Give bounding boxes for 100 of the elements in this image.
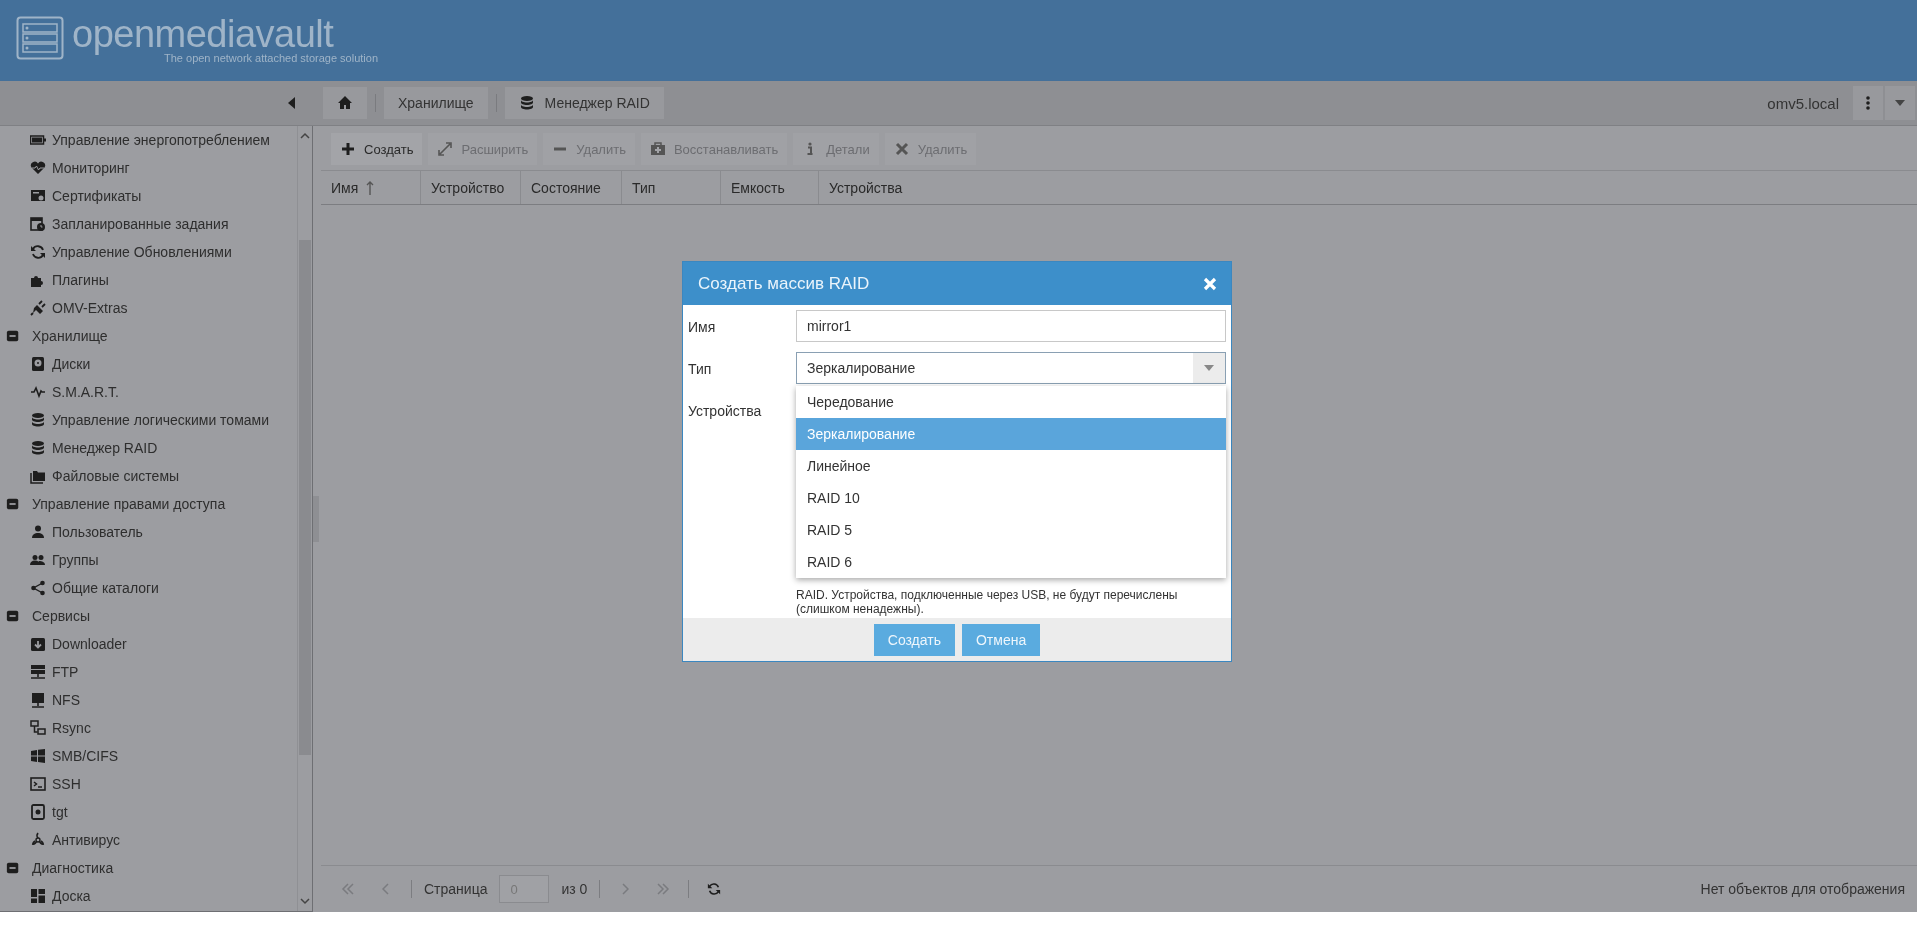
pulse-line-icon (30, 384, 46, 400)
sidebar-item[interactable]: Запланированные задания (0, 210, 297, 238)
users-icon (30, 552, 46, 568)
sidebar-item[interactable]: Rsync (0, 714, 297, 742)
sidebar-item[interactable]: Управление энергопотреблением (0, 126, 297, 154)
dropdown-option[interactable]: RAID 6 (796, 546, 1226, 578)
scroll-up-icon[interactable] (299, 132, 311, 140)
dropdown-option[interactable]: Чередование (796, 386, 1226, 418)
refresh-icon (707, 881, 722, 897)
sidebar-group[interactable]: Диагностика (0, 854, 297, 882)
sidebar-item[interactable]: SMB/CIFS (0, 742, 297, 770)
column-header[interactable]: Состояние (521, 171, 622, 204)
home-button[interactable] (323, 87, 367, 119)
sidebar-item[interactable]: Диски (0, 350, 297, 378)
database-icon (30, 440, 46, 456)
refresh-icon (30, 244, 46, 260)
collapse-icon (6, 608, 20, 624)
hostname: omv5.local (1767, 94, 1839, 112)
column-header[interactable]: Тип (622, 171, 721, 204)
share-icon (30, 580, 46, 596)
plug-icon (30, 300, 46, 316)
splitter-handle[interactable] (313, 496, 319, 542)
column-header[interactable]: Устройство (421, 171, 521, 204)
sidebar-group[interactable]: Сервисы (0, 602, 297, 630)
sidebar-item[interactable]: NFS (0, 686, 297, 714)
sidebar-item[interactable]: Сертификаты (0, 182, 297, 210)
calendar-clock-icon (30, 216, 46, 232)
breadcrumb-item[interactable]: Хранилище (384, 87, 488, 119)
close-icon (893, 141, 910, 157)
collapse-icon (6, 496, 20, 512)
page-count: из 0 (561, 881, 588, 897)
collapse-sidebar-icon[interactable] (288, 97, 295, 109)
sidebar-item[interactable]: Мониторинг (0, 154, 297, 182)
dropdown-button[interactable] (1885, 86, 1915, 120)
sidebar-item[interactable]: Антивирус (0, 826, 297, 854)
kebab-icon (1866, 96, 1870, 110)
help-text: RAID. Устройства, подключенные через USB, не будут перечислены (слишком ненадежны). (796, 588, 1179, 618)
server-icon (30, 664, 46, 680)
sidebar-group[interactable]: Управление правами доступа (0, 490, 297, 518)
more-menu-button[interactable] (1853, 86, 1883, 120)
user-icon (30, 524, 46, 540)
monitor-icon (30, 692, 46, 708)
database-icon (30, 412, 46, 428)
sidebar-item[interactable]: S.M.A.R.T. (0, 378, 297, 406)
plus-icon (340, 141, 356, 157)
tagline: The open network attached storage solution (164, 52, 379, 64)
sidebar-item[interactable]: Группы (0, 546, 297, 574)
sidebar-item[interactable]: Доска (0, 882, 297, 910)
select-field[interactable]: Зеркалирование (796, 352, 1226, 384)
field-label: Тип (688, 360, 713, 379)
certificate-icon (30, 188, 46, 204)
column-header[interactable]: Емкость (721, 171, 819, 204)
sidebar-item[interactable]: OMV-Extras (0, 294, 297, 322)
sidebar-item[interactable]: Пользователь (0, 518, 297, 546)
breadcrumb-item[interactable]: Менеджер RAID (504, 87, 664, 119)
input-field[interactable]: mirror1 (796, 310, 1226, 342)
toolbar-button[interactable]: Создать (331, 133, 423, 165)
column-header[interactable]: Устройства (819, 171, 1917, 204)
sidebar-item[interactable]: Плагины (0, 266, 297, 294)
dropdown-option[interactable]: Линейное (796, 450, 1226, 482)
download-box-icon (30, 636, 46, 652)
server-rack-logo-icon (16, 16, 64, 60)
sidebar-item[interactable]: Downloader (0, 630, 297, 658)
sidebar-item[interactable]: SSH (0, 770, 297, 798)
sidebar-item[interactable]: Управление логическими томами (0, 406, 297, 434)
network-icon (30, 720, 46, 736)
medkit-icon (649, 141, 666, 157)
sort-ascending-icon (366, 179, 375, 196)
sidebar-item[interactable]: Файловые системы (0, 462, 297, 490)
collapse-icon (6, 328, 20, 344)
dropdown-option[interactable]: RAID 10 (796, 482, 1226, 514)
sidebar-item[interactable]: Менеджер RAID (0, 434, 297, 462)
dialog-title: Создать массив RAID (698, 273, 870, 294)
expand-arrows-icon (437, 141, 454, 157)
dashboard-icon (30, 888, 46, 904)
caret-icon (1204, 365, 1214, 371)
scrollbar[interactable] (297, 126, 312, 911)
database-icon (518, 95, 535, 111)
home-icon (337, 95, 353, 111)
status-text: Нет объектов для отображения (1700, 881, 1905, 897)
dropdown-option[interactable]: RAID 5 (796, 514, 1226, 546)
sidebar-item[interactable]: tgt (0, 798, 297, 826)
close-button[interactable] (1203, 276, 1217, 291)
column-header[interactable]: Имя (321, 171, 421, 204)
dropdown-option[interactable]: Зеркалирование (796, 418, 1226, 450)
caret-icon (1895, 100, 1905, 106)
windows-logo-icon (30, 748, 46, 764)
field-label: Имя (688, 318, 717, 337)
terminal-icon (30, 776, 46, 792)
scroll-down-icon[interactable] (299, 897, 311, 905)
disk-drive-icon (30, 804, 46, 820)
field-label: Устройства (688, 402, 763, 421)
battery-icon (30, 132, 46, 148)
collapse-icon (6, 860, 20, 876)
sidebar-item[interactable]: Общие каталоги (0, 574, 297, 602)
sidebar-item[interactable]: Управление Обновлениями (0, 238, 297, 266)
sidebar-item[interactable]: FTP (0, 658, 297, 686)
sidebar-group[interactable]: Хранилище (0, 322, 297, 350)
heart-pulse-icon (30, 160, 46, 176)
folders-icon (30, 468, 46, 484)
